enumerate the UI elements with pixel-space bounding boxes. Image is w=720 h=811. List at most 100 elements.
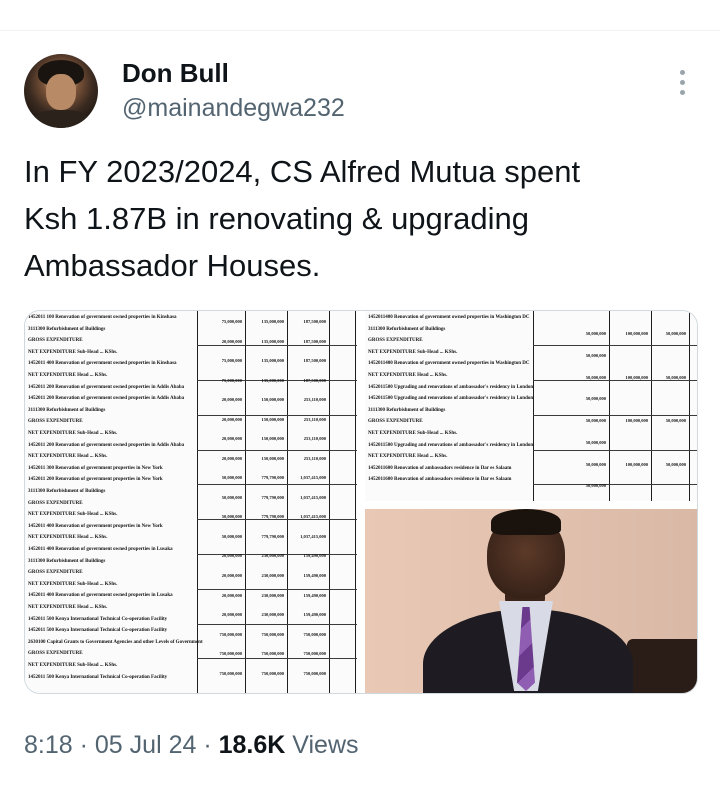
avatar[interactable] [24, 54, 98, 128]
doc-row-label: 1452011 300 Renovation of government pro… [28, 465, 163, 471]
doc-value-cell: 20,000,000 [221, 612, 242, 618]
doc-value-cell: 187,500,000 [303, 358, 327, 364]
doc-value-cell: 750,000,000 [219, 651, 243, 657]
doc-value-cell: 779,790,000 [261, 475, 285, 481]
doc-value-cell: 50,000,000 [585, 483, 606, 489]
tweet-date[interactable]: 05 Jul 24 [95, 731, 196, 759]
doc-row-label: NET EXPENDITURE Sub-Head ... KShs. [28, 431, 118, 436]
doc-column-rule [197, 311, 198, 693]
doc-row-label: GROSS EXPENDITURE [368, 338, 423, 344]
doc-value-cell: 50,000,000 [585, 439, 606, 445]
doc-row-label: NET EXPENDITURE Sub-Head ... KShs. [28, 512, 118, 518]
doc-row-label: 3111300 Refurbishment of Buildings [28, 407, 106, 413]
doc-row-label: 1452011 400 Renovation of government pro… [28, 523, 163, 529]
doc-row-label: GROSS EXPENDITURE [28, 419, 83, 425]
tweet-text-line: Ksh 1.87B in renovating & upgrading [24, 201, 529, 236]
doc-value-cell: 150,000,000 [261, 397, 285, 403]
doc-value-cell: 50,000,000 [221, 475, 242, 481]
doc-row-label: 1452011 200 Renovation of government pro… [28, 477, 163, 483]
doc-column-rule [533, 311, 534, 501]
doc-row-label: GROSS EXPENDITURE [28, 570, 83, 576]
doc-value-cell: 253,110,000 [303, 436, 326, 442]
doc-value-cell: 750,000,000 [219, 631, 243, 637]
doc-row-label: 1452011400 Renovation of government owne… [368, 315, 530, 320]
doc-value-cell: 750,000,000 [303, 670, 327, 676]
doc-row-label: 1452011400 Renovation of government owne… [368, 361, 530, 367]
doc-value-cell: 50,000,000 [585, 374, 606, 380]
more-dot [679, 70, 685, 75]
author-name[interactable]: Don Bull [122, 58, 229, 89]
tweet-meta: 8:18 · 05 Jul 24 · 18.6K Views [24, 731, 359, 760]
doc-column-rule [245, 311, 246, 693]
doc-row-label: 1452011500 Upgrading and renovations of … [368, 442, 534, 448]
views-count: 18.6K [218, 731, 286, 759]
author-handle[interactable]: @mainandegwa232 [122, 94, 345, 123]
doc-column-rule [651, 311, 652, 501]
more-dot [679, 90, 685, 95]
doc-row-label: 1452011 400 Renovation of government own… [28, 547, 173, 552]
tweet-text-line: Ambassador Houses. [24, 248, 321, 283]
views-label: Views [292, 731, 359, 759]
doc-value-cell: 1,037,415,000 [300, 514, 326, 520]
doc-value-cell: 20,000,000 [221, 338, 242, 344]
media-grid: 1452011 100 Renovation of government own… [24, 310, 698, 694]
doc-value-cell: 20,000,000 [221, 416, 242, 422]
doc-row-label: NET EXPENDITURE Head ... KShs. [28, 373, 108, 378]
doc-row-rule [197, 345, 357, 347]
doc-value-cell: 75,000,000 [221, 358, 242, 364]
doc-value-cell: 20,000,000 [221, 436, 242, 442]
doc-column-rule [609, 311, 610, 501]
doc-value-cell: 750,000,000 [261, 670, 285, 676]
doc-value-cell: 50,000,000 [221, 514, 242, 520]
doc-row-rule [197, 588, 357, 590]
doc-value-cell: 187,500,000 [303, 377, 327, 383]
budget-document-image-left[interactable]: 1452011 100 Renovation of government own… [25, 311, 357, 693]
doc-value-cell: 20,000,000 [221, 592, 242, 598]
doc-value-cell: 50,000,000 [585, 418, 606, 423]
portrait-photo[interactable] [365, 509, 697, 693]
doc-row-label: 3111300 Refurbishment of Buildings [28, 489, 106, 494]
doc-value-cell: 1,037,415,000 [300, 475, 326, 481]
doc-row-label: NET EXPENDITURE Head ... KShs. [368, 454, 448, 460]
doc-row-rule [533, 345, 697, 347]
doc-value-cell: 20,000,000 [221, 572, 242, 578]
doc-value-cell: 100,000,000 [625, 374, 649, 380]
doc-row-label: 2630100 Capital Grants to Government Age… [28, 639, 203, 645]
doc-row-label: 1452011 500 Kenya International Technica… [28, 674, 168, 680]
doc-value-cell: 135,000,000 [261, 377, 285, 383]
more-vertical-icon[interactable] [676, 70, 688, 100]
doc-row-label: NET EXPENDITURE Sub-Head ... KShs. [368, 349, 458, 355]
doc-row-label: NET EXPENDITURE Sub-Head ... KShs. [28, 349, 118, 355]
doc-row-label: 1452011 200 Renovation of government own… [28, 384, 185, 390]
doc-value-cell: 75,000,000 [221, 377, 242, 383]
doc-value-cell: 20,000,000 [221, 455, 242, 461]
doc-row-label: 1452011 500 Kenya International Technica… [28, 628, 168, 634]
doc-row-label: GROSS EXPENDITURE [28, 500, 83, 506]
doc-value-cell: 779,790,000 [261, 533, 285, 539]
doc-row-label: 1452011600 Renovation of ambassadors res… [368, 477, 512, 483]
doc-value-cell: 50,000,000 [585, 396, 606, 402]
doc-value-cell: 75,000,000 [221, 319, 242, 324]
doc-row-label: NET EXPENDITURE Sub-Head ... KShs. [368, 431, 458, 436]
doc-value-cell: 50,000,000 [665, 331, 686, 336]
budget-document-image-right[interactable]: 1452011400 Renovation of government owne… [365, 311, 697, 501]
doc-row-label: 1452011600 Renovation of ambassadors res… [368, 465, 512, 471]
doc-value-cell: 187,500,000 [303, 338, 327, 344]
doc-value-cell: 20,000,000 [221, 397, 242, 403]
doc-value-cell: 159,490,000 [303, 592, 327, 598]
doc-value-cell: 150,000,000 [261, 416, 285, 422]
doc-row-rule [197, 449, 357, 451]
doc-value-cell: 230,000,000 [261, 553, 285, 559]
doc-value-cell: 159,490,000 [303, 553, 327, 559]
doc-value-cell: 159,490,000 [303, 612, 327, 618]
doc-value-cell: 135,000,000 [261, 358, 285, 364]
doc-row-rule [533, 449, 697, 451]
doc-row-rule [197, 484, 357, 486]
doc-value-cell: 779,790,000 [261, 514, 285, 520]
more-dot [679, 80, 685, 85]
doc-row-label: 1452011 500 Kenya International Technica… [28, 616, 168, 622]
doc-row-label: GROSS EXPENDITURE [28, 338, 83, 344]
doc-row-label: 1452011 200 Renovation of government own… [28, 396, 185, 402]
doc-value-cell: 750,000,000 [261, 631, 285, 637]
tweet-time[interactable]: 8:18 [24, 731, 73, 759]
